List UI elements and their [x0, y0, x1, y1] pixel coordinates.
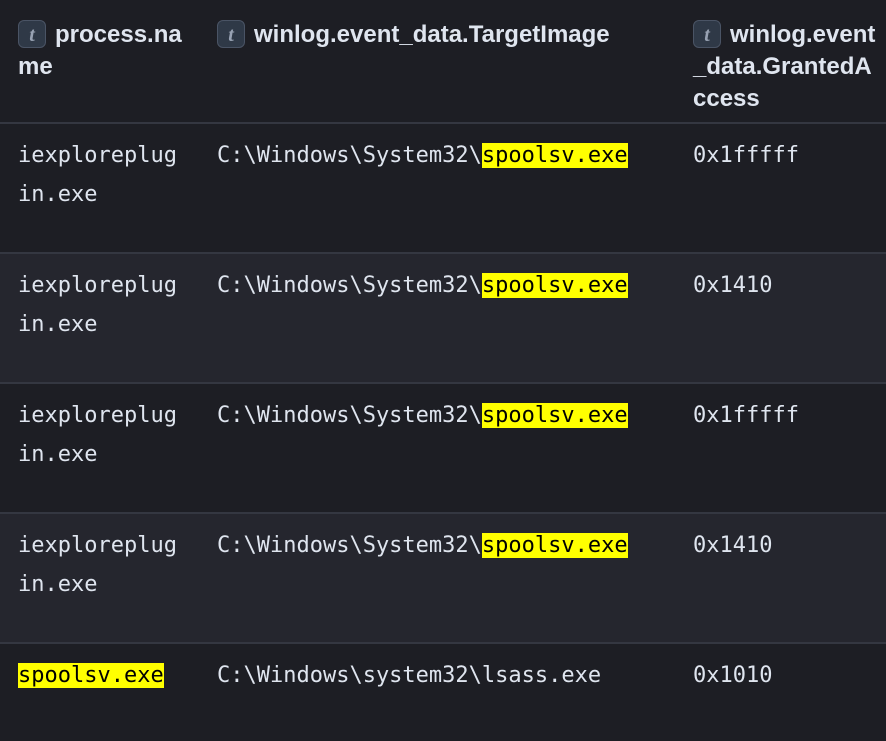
- cell-process-name: iexploreplug in.exe: [18, 136, 177, 214]
- search-highlight: spoolsv.exe: [481, 533, 628, 558]
- target-image-path: C:\Windows\system32\lsass.exe: [217, 663, 602, 688]
- table-row[interactable]: spoolsv.exe C:\Windows\system32\lsass.ex…: [0, 644, 886, 741]
- cell-process-name: iexploreplug in.exe: [18, 396, 177, 474]
- table-row[interactable]: iexploreplug in.exe C:\Windows\System32\…: [0, 384, 886, 514]
- cell-target-image: C:\Windows\System32\spoolsv.exe: [217, 136, 628, 175]
- cell-target-image: C:\Windows\System32\spoolsv.exe: [217, 396, 628, 435]
- column-header-process-name[interactable]: t process.name: [18, 19, 194, 83]
- cell-target-image: C:\Windows\System32\spoolsv.exe: [217, 526, 628, 565]
- cell-granted-access: 0x1fffff: [693, 403, 799, 428]
- process-name-line: iexploreplug: [18, 273, 177, 298]
- process-name-line: iexploreplug: [18, 533, 177, 558]
- column-header-granted-access[interactable]: t winlog.event_data.GrantedAccess: [693, 19, 878, 115]
- table-row[interactable]: iexploreplug in.exe C:\Windows\System32\…: [0, 254, 886, 384]
- cell-process-name: iexploreplug in.exe: [18, 266, 177, 344]
- discover-results-table: t process.name t winlog.event_data.TargetI…: [0, 0, 886, 741]
- process-name-line: iexploreplug: [18, 403, 177, 428]
- target-image-path: C:\Windows\System32\: [217, 143, 482, 168]
- search-highlight: spoolsv.exe: [481, 143, 628, 168]
- target-image-path: C:\Windows\System32\: [217, 273, 482, 298]
- cell-target-image: C:\Windows\System32\spoolsv.exe: [217, 266, 628, 305]
- cell-granted-access: 0x1fffff: [693, 143, 799, 168]
- process-name-line: in.exe: [18, 572, 98, 597]
- column-header-target-image[interactable]: t winlog.event_data.TargetImage: [217, 19, 677, 51]
- process-name-line: iexploreplug: [18, 143, 177, 168]
- table-header: t process.name t winlog.event_data.TargetI…: [0, 0, 886, 124]
- search-highlight: spoolsv.exe: [481, 273, 628, 298]
- process-name-line: in.exe: [18, 312, 98, 337]
- process-name-line: in.exe: [18, 182, 98, 207]
- text-type-icon: t: [217, 20, 245, 48]
- text-type-icon: t: [18, 20, 46, 48]
- search-highlight: spoolsv.exe: [481, 403, 628, 428]
- cell-target-image: C:\Windows\system32\lsass.exe: [217, 656, 601, 695]
- text-type-icon: t: [693, 20, 721, 48]
- table-row[interactable]: iexploreplug in.exe C:\Windows\System32\…: [0, 514, 886, 644]
- cell-granted-access: 0x1010: [693, 663, 773, 688]
- cell-granted-access: 0x1410: [693, 273, 773, 298]
- target-image-path: C:\Windows\System32\: [217, 403, 482, 428]
- target-image-path: C:\Windows\System32\: [217, 533, 482, 558]
- search-highlight: spoolsv.exe: [18, 663, 164, 688]
- cell-process-name: spoolsv.exe: [18, 656, 164, 695]
- cell-process-name: iexploreplug in.exe: [18, 526, 177, 604]
- column-title: winlog.event_data.TargetImage: [254, 21, 610, 48]
- process-name-line: in.exe: [18, 442, 98, 467]
- cell-granted-access: 0x1410: [693, 533, 773, 558]
- table-row[interactable]: iexploreplug in.exe C:\Windows\System32\…: [0, 124, 886, 254]
